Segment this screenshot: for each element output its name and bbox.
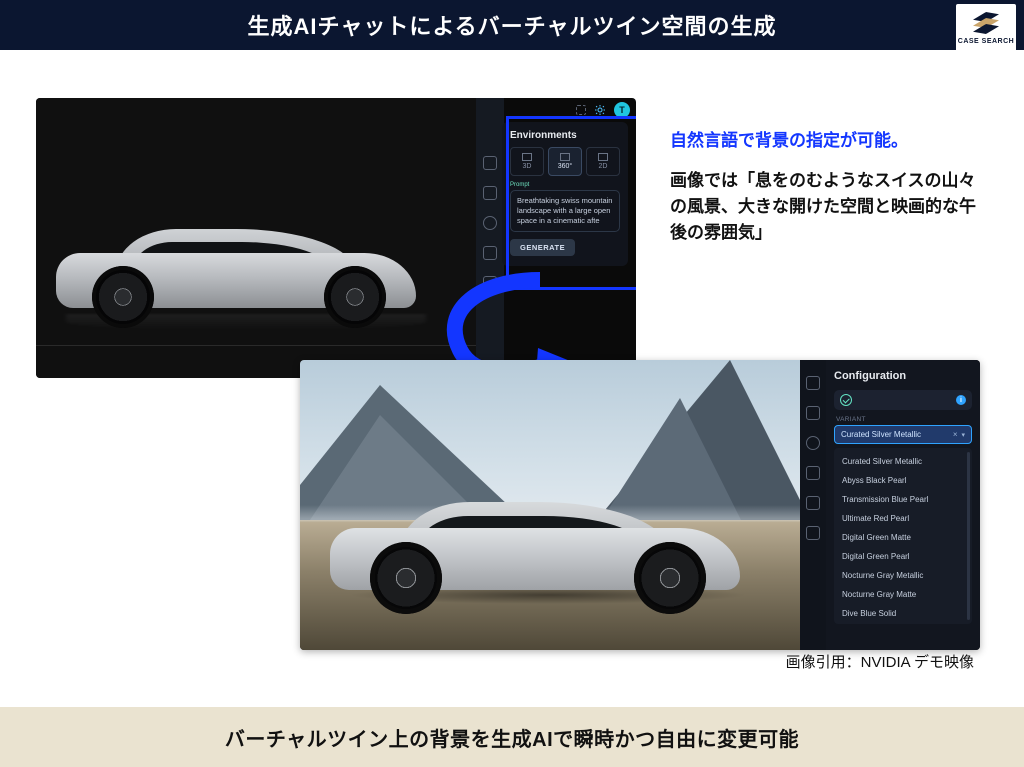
tool-icon[interactable] (806, 526, 820, 540)
config-select-row[interactable]: i (834, 390, 972, 410)
check-icon (840, 394, 852, 406)
logo-text: CASE SEARCH (958, 38, 1014, 45)
tab-360-label: 360° (558, 163, 572, 170)
tab-3d-label: 3D (523, 163, 532, 170)
viewport-before (36, 98, 476, 378)
environments-panel: Environments 3D 360° 2D Prompt Breathtak… (502, 122, 628, 266)
color-option[interactable]: Digital Green Matte (834, 528, 972, 547)
logo-stack-icon (973, 12, 999, 34)
tool-icon[interactable] (806, 406, 820, 420)
clear-icon[interactable]: × (953, 430, 958, 439)
tool-icon[interactable] (806, 466, 820, 480)
explanation-lead: 自然言語で背景の指定が可能。 (670, 128, 980, 154)
avatar[interactable]: T (614, 102, 630, 118)
explanation-body: 画像では「息をのむようなスイスの山々の風景、大きな開けた空間と映画的な午後の雰囲… (670, 168, 980, 247)
footer-bar: バーチャルツイン上の背景を生成AIで瞬時かつ自由に変更可能 (0, 707, 1024, 767)
color-option[interactable]: Nocturne Gray Metallic (834, 566, 972, 585)
variant-label: VARIANT (836, 416, 972, 423)
color-option[interactable]: Ultimate Red Pearl (834, 509, 972, 528)
screenshot-after: Configuration i VARIANT Curated Silver M… (300, 360, 980, 650)
environments-heading: Environments (510, 130, 620, 141)
color-options-list[interactable]: Curated Silver Metallic Abyss Black Pear… (834, 448, 972, 624)
prompt-textarea[interactable]: Breathtaking swiss mountain landscape wi… (510, 190, 620, 232)
tool-icon[interactable] (806, 436, 820, 450)
tool-sidebar (800, 360, 826, 650)
tool-icon[interactable] (483, 156, 497, 170)
color-option[interactable]: Transmission Blue Pearl (834, 490, 972, 509)
color-option[interactable]: Abyss Black Pearl (834, 471, 972, 490)
image-citation: 画像引用：NVIDIA デモ映像 (786, 651, 974, 672)
content-area: T Environments 3D 360° 2D Prompt Breatht… (0, 50, 1024, 690)
car-render-after (318, 482, 768, 622)
footer-summary: バーチャルツイン上の背景を生成AIで瞬時かつ自由に変更可能 (225, 723, 799, 752)
variant-selected-value: Curated Silver Metallic (841, 430, 921, 439)
tab-360[interactable]: 360° (548, 147, 582, 176)
prompt-label: Prompt (510, 182, 620, 188)
viewport-controls: T (576, 102, 630, 118)
generate-button[interactable]: GENERATE (510, 239, 575, 256)
gear-icon[interactable] (594, 104, 606, 116)
tab-3d[interactable]: 3D (510, 147, 544, 176)
configuration-heading: Configuration (834, 370, 972, 382)
color-option[interactable]: Curated Silver Metallic (834, 452, 972, 471)
variant-dropdown[interactable]: Curated Silver Metallic × ▾ (834, 425, 972, 444)
tool-icon[interactable] (483, 216, 497, 230)
expand-icon[interactable] (576, 105, 586, 115)
color-option[interactable]: Digital Green Pearl (834, 547, 972, 566)
tool-icon[interactable] (806, 376, 820, 390)
chevron-down-icon: ▾ (961, 431, 965, 439)
car-render-before (46, 218, 446, 338)
header-bar: 生成AIチャットによるバーチャルツイン空間の生成 CASE SEARCH (0, 0, 1024, 50)
environment-mode-tabs: 3D 360° 2D (510, 147, 620, 176)
logo-case-search: CASE SEARCH (956, 4, 1016, 52)
configuration-panel: Configuration i VARIANT Curated Silver M… (826, 360, 980, 650)
tool-icon[interactable] (483, 186, 497, 200)
tool-icon[interactable] (806, 496, 820, 510)
page-title: 生成AIチャットによるバーチャルツイン空間の生成 (248, 9, 777, 41)
color-option[interactable]: Dive Blue Solid (834, 604, 972, 623)
info-icon[interactable]: i (956, 395, 966, 405)
viewport-after (300, 360, 800, 650)
color-option[interactable]: Nocturne Gray Matte (834, 585, 972, 604)
explanation-block: 自然言語で背景の指定が可能。 画像では「息をのむようなスイスの山々の風景、大きな… (670, 128, 980, 247)
tool-icon[interactable] (483, 246, 497, 260)
tab-2d[interactable]: 2D (586, 147, 620, 176)
tab-2d-label: 2D (599, 163, 608, 170)
